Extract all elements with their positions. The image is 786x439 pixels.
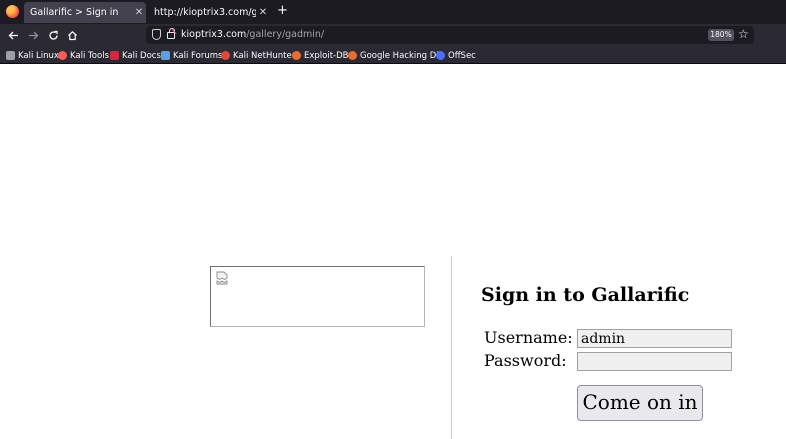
kali-tools-icon <box>58 51 67 60</box>
vertical-divider <box>451 256 452 439</box>
bookmarks-toolbar: Kali Linux Kali Tools Kali Docs Kali For… <box>0 46 786 64</box>
shield-icon[interactable] <box>152 29 161 40</box>
bookmark-kali-forums[interactable]: Kali Forums <box>161 49 222 62</box>
exploit-db-icon <box>292 51 301 60</box>
offsec-icon <box>436 51 445 60</box>
bookmark-label: Kali Linux <box>18 50 59 61</box>
bookmark-star-icon[interactable]: ☆ <box>738 27 749 41</box>
tab-title: Gallarific > Sign in <box>30 7 119 18</box>
address-bar[interactable]: kioptrix3.com/gallery/gadmin/ 180% ☆ <box>146 26 754 44</box>
bookmark-label: Kali Docs <box>122 50 161 61</box>
bookmark-label: Kali Tools <box>70 50 109 61</box>
insecure-lock-icon[interactable] <box>167 28 175 39</box>
url-text[interactable]: kioptrix3.com/gallery/gadmin/ <box>181 29 324 40</box>
forward-button[interactable] <box>25 27 41 43</box>
arrow-right-icon <box>28 31 38 39</box>
page-title: Sign in to Gallarific <box>481 284 690 306</box>
close-icon[interactable]: ✕ <box>132 7 146 18</box>
bookmark-label: Kali Forums <box>173 50 223 61</box>
username-label: Username: <box>484 328 573 347</box>
kali-docs-icon <box>110 51 119 60</box>
back-button[interactable] <box>5 27 21 43</box>
close-icon[interactable]: ✕ <box>256 7 270 18</box>
firefox-icon <box>6 5 19 18</box>
zoom-indicator[interactable]: 180% <box>708 29 734 41</box>
password-label: Password: <box>484 351 567 370</box>
url-host: kioptrix3.com <box>181 29 247 40</box>
sign-in-button[interactable]: Come on in <box>577 385 703 421</box>
bookmark-label: Exploit-DB <box>304 50 349 61</box>
bookmark-label: Kali NetHunter <box>233 50 296 61</box>
tab-title: http://kioptrix3.com/gallery/ <box>154 7 256 18</box>
username-field[interactable] <box>577 329 732 348</box>
navigation-toolbar: kioptrix3.com/gallery/gadmin/ 180% ☆ <box>0 24 786 46</box>
bookmark-kali-tools[interactable]: Kali Tools <box>58 49 109 62</box>
broken-image-placeholder <box>210 266 425 327</box>
home-button[interactable] <box>64 27 80 43</box>
nethunter-icon <box>221 51 230 60</box>
new-tab-button[interactable]: + <box>277 3 288 18</box>
bookmark-kali-nethunter[interactable]: Kali NetHunter <box>221 49 295 62</box>
kali-forums-icon <box>161 51 170 60</box>
ghdb-icon <box>348 51 357 60</box>
tab-gallery[interactable]: http://kioptrix3.com/gallery/ ✕ <box>148 2 270 23</box>
arrow-left-icon <box>8 31 18 39</box>
broken-image-icon <box>216 271 228 285</box>
bookmark-label: Google Hacking DB <box>360 50 443 61</box>
bookmark-offsec[interactable]: OffSec <box>436 49 476 62</box>
bookmark-kali-docs[interactable]: Kali Docs <box>110 49 161 62</box>
bookmark-google-hacking-db[interactable]: Google Hacking DB <box>348 49 442 62</box>
tab-gallarific-sign-in[interactable]: Gallarific > Sign in ✕ <box>24 2 146 23</box>
reload-icon <box>48 30 58 40</box>
kali-dragon-icon <box>6 51 15 60</box>
password-field[interactable] <box>577 352 732 371</box>
bookmark-exploit-db[interactable]: Exploit-DB <box>292 49 349 62</box>
url-path: /gallery/gadmin/ <box>246 29 325 40</box>
home-icon <box>67 30 77 40</box>
tab-bar: Gallarific > Sign in ✕ http://kioptrix3.… <box>0 0 786 24</box>
bookmark-label: OffSec <box>448 50 476 61</box>
bookmark-kali-linux[interactable]: Kali Linux <box>6 49 59 62</box>
reload-button[interactable] <box>45 27 61 43</box>
